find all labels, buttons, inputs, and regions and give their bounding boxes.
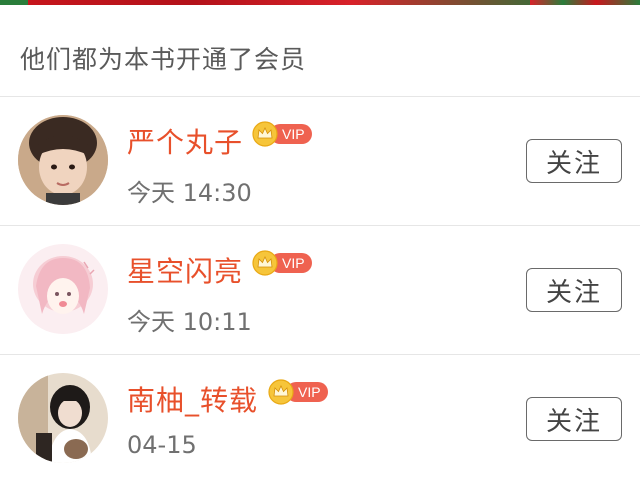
list-item: 南柚_转载 VIP 04-15 关注 bbox=[0, 355, 640, 483]
vip-badge: VIP bbox=[268, 379, 328, 405]
member-name[interactable]: 星空闪亮 bbox=[127, 250, 243, 290]
list-item: 严个丸子 VIP 今天 14:30 关注 bbox=[0, 97, 640, 226]
crown-icon bbox=[252, 250, 278, 276]
avatar[interactable] bbox=[18, 244, 108, 334]
member-name[interactable]: 严个丸子 bbox=[127, 121, 243, 161]
follow-button[interactable]: 关注 bbox=[526, 139, 622, 183]
vip-badge: VIP bbox=[252, 250, 312, 276]
activity-time: 04-15 bbox=[127, 431, 197, 459]
follow-button[interactable]: 关注 bbox=[526, 268, 622, 312]
member-list: 严个丸子 VIP 今天 14:30 关注 星空闪亮 VIP 今天 10:11 关… bbox=[0, 97, 640, 483]
crown-icon bbox=[252, 121, 278, 147]
list-item: 星空闪亮 VIP 今天 10:11 关注 bbox=[0, 226, 640, 355]
section-title: 他们都为本书开通了会员 bbox=[20, 45, 307, 74]
avatar[interactable] bbox=[18, 373, 108, 463]
avatar[interactable] bbox=[18, 115, 108, 205]
member-name[interactable]: 南柚_转载 bbox=[127, 379, 258, 419]
crown-icon bbox=[268, 379, 294, 405]
activity-time: 今天 14:30 bbox=[127, 179, 252, 207]
follow-button[interactable]: 关注 bbox=[526, 397, 622, 441]
section-header: 他们都为本书开通了会员 bbox=[0, 5, 640, 97]
vip-badge: VIP bbox=[252, 121, 312, 147]
activity-time: 今天 10:11 bbox=[127, 308, 252, 336]
